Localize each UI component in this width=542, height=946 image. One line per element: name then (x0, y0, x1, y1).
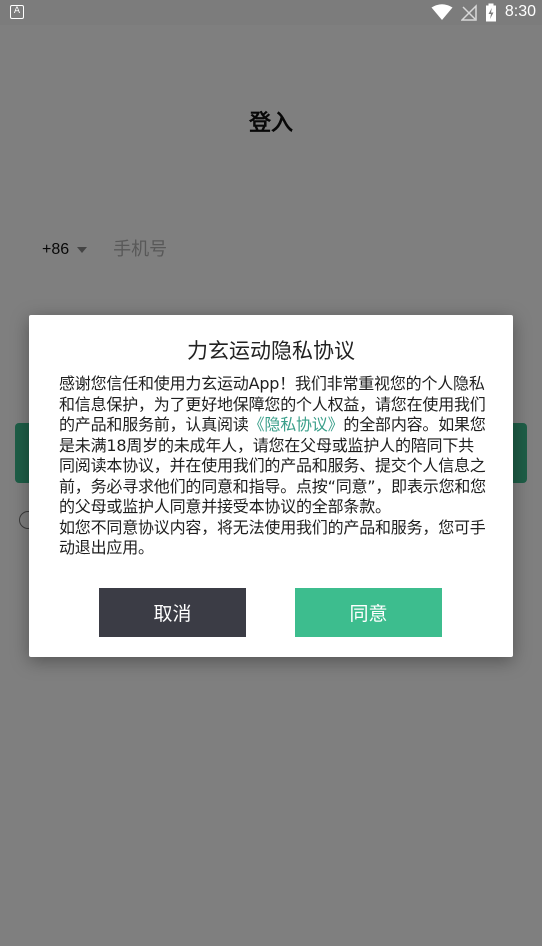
privacy-dialog: 力玄运动隐私协议 感谢您信任和使用力玄运动App！我们非常重视您的个人隐私和信息… (29, 315, 513, 657)
notification-a-icon: A (10, 5, 24, 19)
dialog-title: 力玄运动隐私协议 (187, 339, 355, 363)
status-bar: A 8:30 (0, 0, 542, 25)
dialog-body: 感谢您信任和使用力玄运动App！我们非常重视您的个人隐私和信息保护，为了更好地保… (59, 374, 489, 559)
status-time: 8:30 (504, 3, 536, 20)
cancel-button[interactable]: 取消 (99, 588, 246, 637)
agree-button[interactable]: 同意 (295, 588, 442, 637)
no-signal-icon (460, 3, 477, 21)
dialog-body-text: 如您不同意协议内容，将无法使用我们的产品和服务，您可手动退出应用。 (59, 517, 486, 558)
battery-charging-icon (485, 3, 496, 21)
status-icons: 8:30 (431, 2, 536, 22)
wifi-icon (431, 3, 453, 20)
privacy-policy-link[interactable]: 《隐私协议》 (249, 415, 344, 434)
